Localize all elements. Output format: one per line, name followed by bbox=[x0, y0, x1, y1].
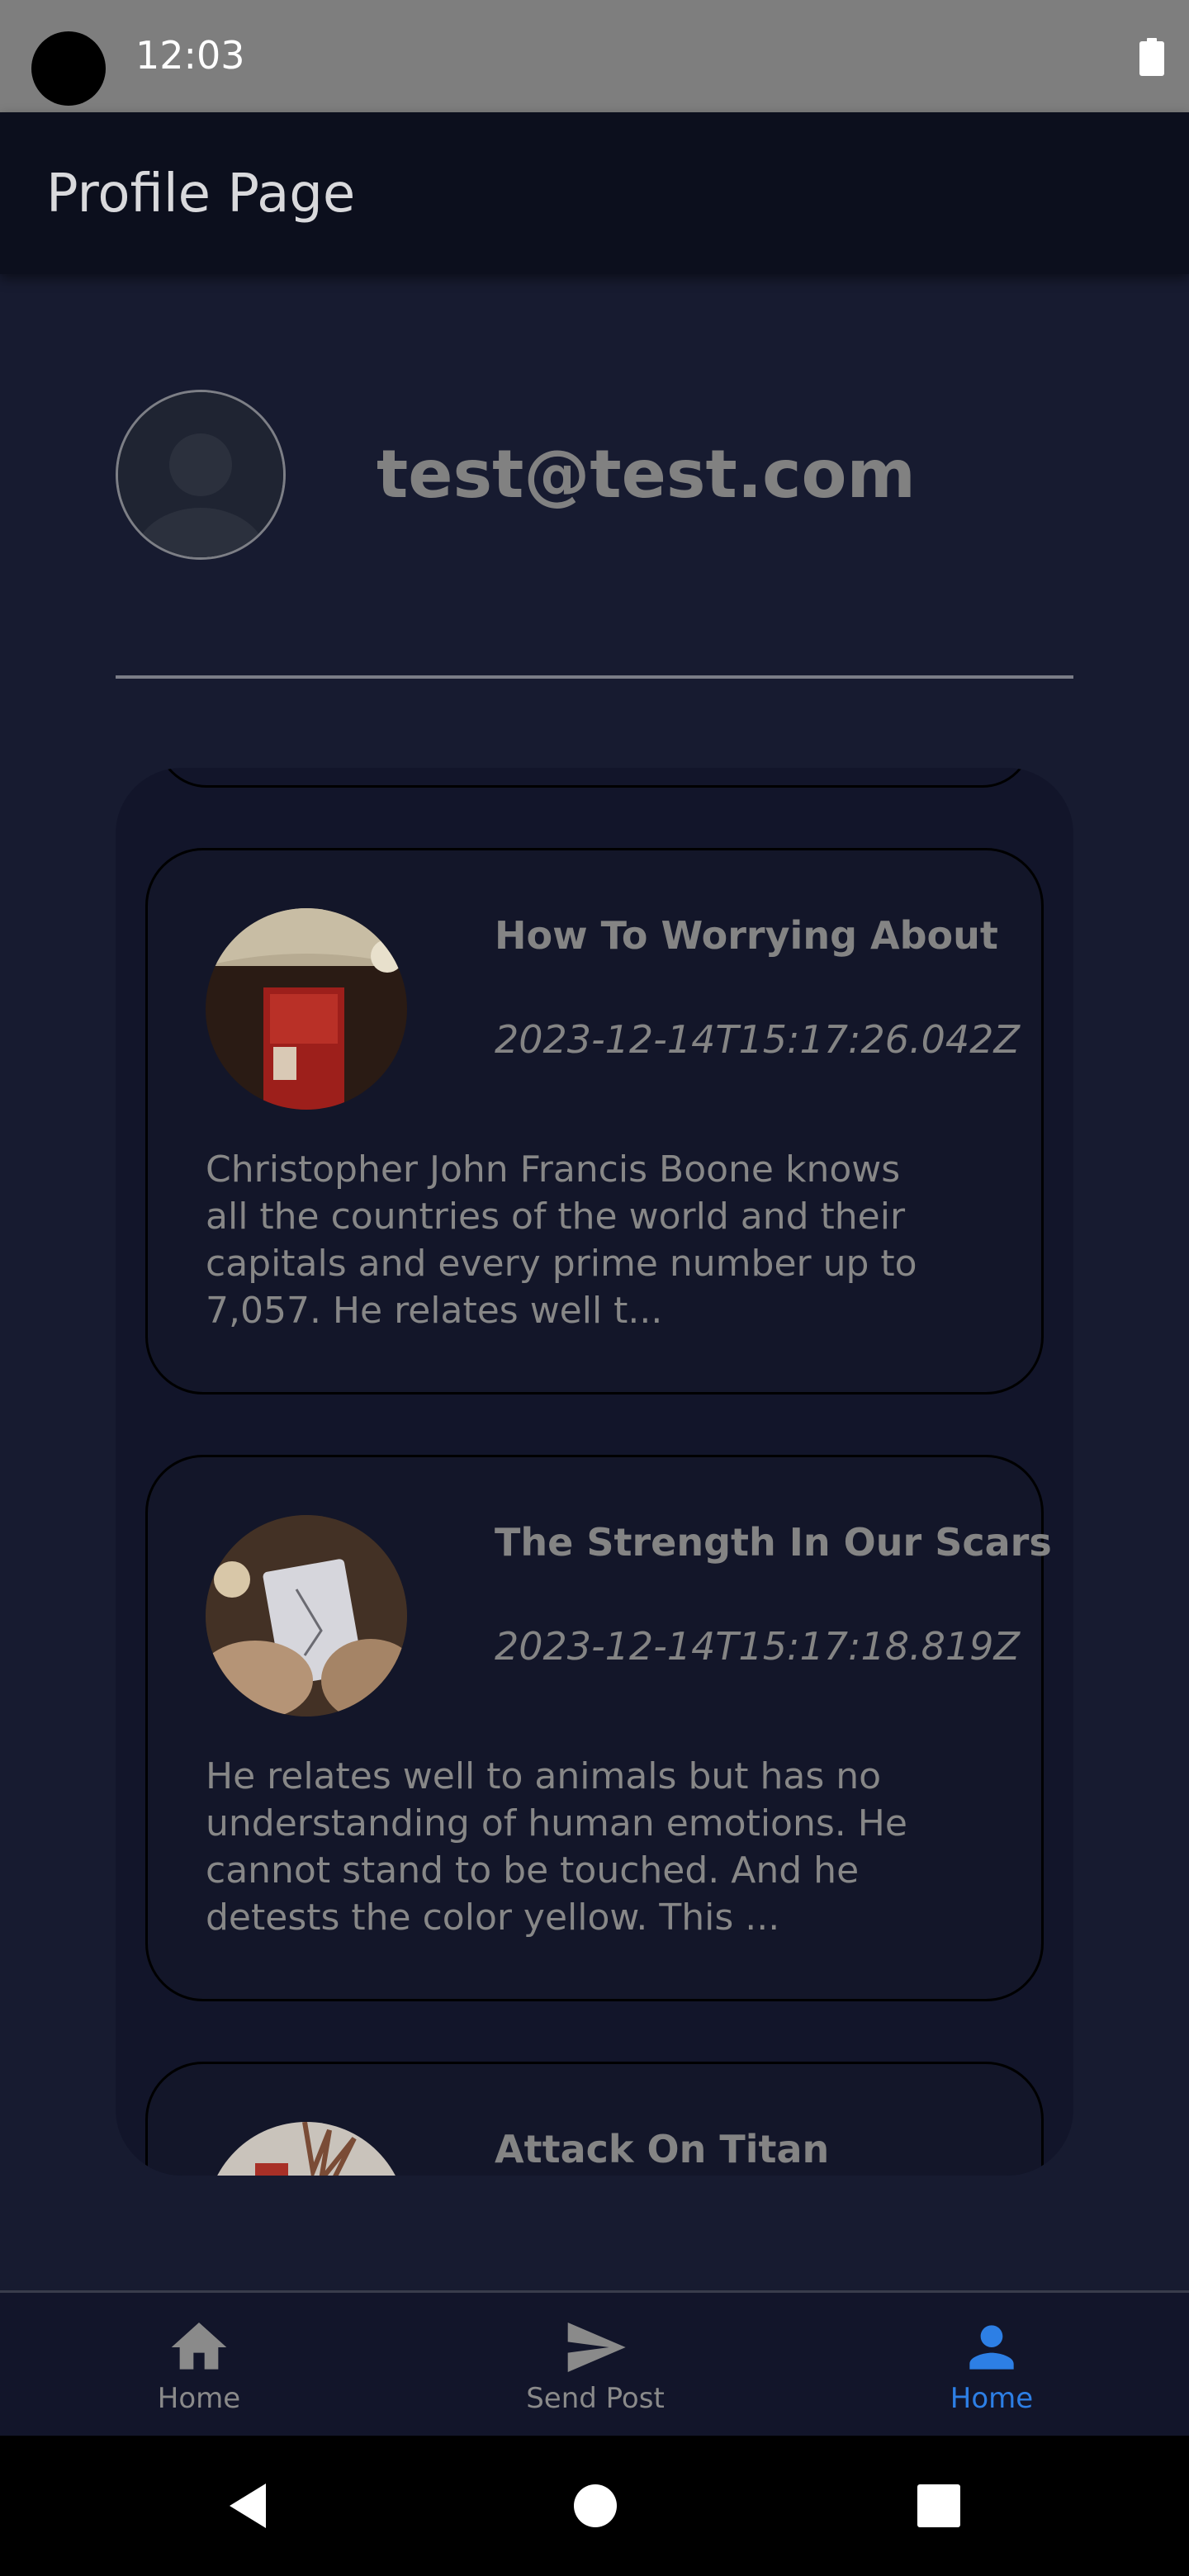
page-title: Profile Page bbox=[46, 163, 356, 225]
posts-list[interactable]: How To Worrying About 2023-12-14T15:17:2… bbox=[116, 768, 1073, 2176]
post-excerpt: He relates well to animals but has no un… bbox=[206, 1755, 907, 1939]
nav-label: Home bbox=[950, 2382, 1034, 2415]
status-time: 12:03 bbox=[135, 33, 245, 78]
nav-home[interactable]: Home bbox=[75, 2293, 323, 2438]
nav-profile[interactable]: Home bbox=[868, 2293, 1116, 2438]
home-icon bbox=[171, 2323, 227, 2370]
post-thumbnail bbox=[206, 1515, 407, 1717]
post-thumbnail bbox=[206, 2122, 407, 2176]
person-icon bbox=[969, 2325, 1014, 2370]
battery-icon bbox=[1139, 38, 1164, 76]
post-title: How To Worrying About bbox=[495, 913, 998, 958]
user-email: test@test.com bbox=[377, 436, 916, 513]
divider bbox=[116, 675, 1073, 679]
post-excerpt: Christopher John Francis Boone knows all… bbox=[206, 1148, 917, 1332]
home-circle-icon[interactable] bbox=[570, 2480, 621, 2531]
person-placeholder-icon bbox=[118, 392, 283, 557]
post-card[interactable]: Attack On Titan bbox=[145, 2062, 1044, 2176]
camera-cutout bbox=[31, 31, 106, 106]
nav-label: Home bbox=[157, 2382, 241, 2415]
post-card-partial bbox=[157, 768, 1032, 788]
avatar[interactable] bbox=[116, 390, 286, 560]
recents-icon[interactable] bbox=[913, 2480, 964, 2531]
post-card[interactable]: How To Worrying About 2023-12-14T15:17:2… bbox=[145, 848, 1044, 1395]
post-card[interactable]: The Strength In Our Scars 2023-12-14T15:… bbox=[145, 1455, 1052, 2001]
back-icon[interactable] bbox=[223, 2480, 274, 2531]
post-date: 2023-12-14T15:17:18.819Z bbox=[495, 1624, 1020, 1669]
post-thumbnail bbox=[206, 908, 407, 1110]
nav-label: Send Post bbox=[526, 2382, 665, 2415]
send-icon bbox=[567, 2323, 626, 2372]
bottom-navigation: Home Send Post Home bbox=[0, 2290, 1189, 2436]
system-navigation-bar bbox=[0, 2436, 1189, 2576]
status-bar: 12:03 bbox=[0, 0, 1189, 112]
nav-send-post[interactable]: Send Post bbox=[471, 2293, 719, 2438]
app-bar: Profile Page bbox=[0, 112, 1189, 274]
post-title: Attack On Titan bbox=[495, 2127, 830, 2171]
post-date: 2023-12-14T15:17:26.042Z bbox=[495, 1017, 1020, 1062]
post-title: The Strength In Our Scars bbox=[495, 1520, 1052, 1565]
